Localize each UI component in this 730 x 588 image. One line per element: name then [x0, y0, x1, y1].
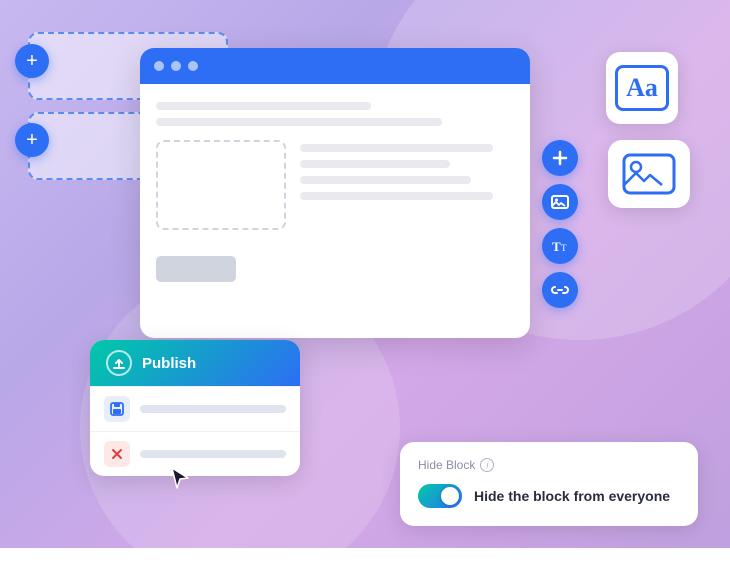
publish-card: Publish	[90, 340, 300, 476]
cancel-menu-item[interactable]	[90, 431, 300, 476]
add-text-button[interactable]: T T	[542, 228, 578, 264]
right-content-lines	[300, 136, 514, 208]
add-link-button[interactable]	[542, 272, 578, 308]
placeholder-image-box	[156, 140, 286, 230]
right-line-4	[300, 192, 493, 200]
tool-card-typography[interactable]: Aa	[606, 52, 678, 124]
hide-block-label: Hide the block from everyone	[474, 488, 670, 504]
sidebar-icons-group: T T	[542, 140, 578, 308]
browser-window	[140, 48, 530, 338]
right-line-2	[300, 160, 450, 168]
right-line-1	[300, 144, 493, 152]
cancel-icon	[104, 441, 130, 467]
cancel-menu-line	[140, 450, 286, 458]
browser-dot-1	[154, 61, 164, 71]
aa-icon: Aa	[626, 73, 658, 103]
browser-content	[140, 84, 530, 305]
info-icon: i	[480, 458, 494, 472]
hide-block-title-text: Hide Block	[418, 458, 475, 472]
save-menu-item[interactable]	[90, 386, 300, 431]
publish-label: Publish	[142, 355, 196, 372]
tool-card-image[interactable]	[608, 140, 690, 208]
hide-block-title: Hide Block i	[418, 458, 680, 472]
publish-upload-icon	[106, 350, 132, 376]
hide-block-card: Hide Block i Hide the block from everyon…	[400, 442, 698, 526]
add-block-button-2[interactable]: +	[15, 123, 49, 157]
image-tool-icon	[620, 151, 678, 197]
add-block-button-1[interactable]: +	[15, 44, 49, 78]
browser-dot-2	[171, 61, 181, 71]
toggle-knob	[441, 487, 459, 505]
browser-dot-3	[188, 61, 198, 71]
save-menu-line	[140, 405, 286, 413]
save-icon	[104, 396, 130, 422]
svg-text:T: T	[552, 239, 561, 254]
add-image-button[interactable]	[542, 184, 578, 220]
content-action-btn	[156, 256, 236, 282]
hide-block-toggle[interactable]	[418, 484, 462, 508]
browser-titlebar	[140, 48, 530, 84]
content-line-1	[156, 102, 371, 110]
hide-block-row: Hide the block from everyone	[418, 484, 680, 508]
publish-button[interactable]: Publish	[90, 340, 300, 386]
content-line-2	[156, 118, 442, 126]
svg-text:T: T	[561, 243, 567, 253]
right-line-3	[300, 176, 471, 184]
cursor-icon	[170, 466, 190, 496]
add-element-button[interactable]	[542, 140, 578, 176]
